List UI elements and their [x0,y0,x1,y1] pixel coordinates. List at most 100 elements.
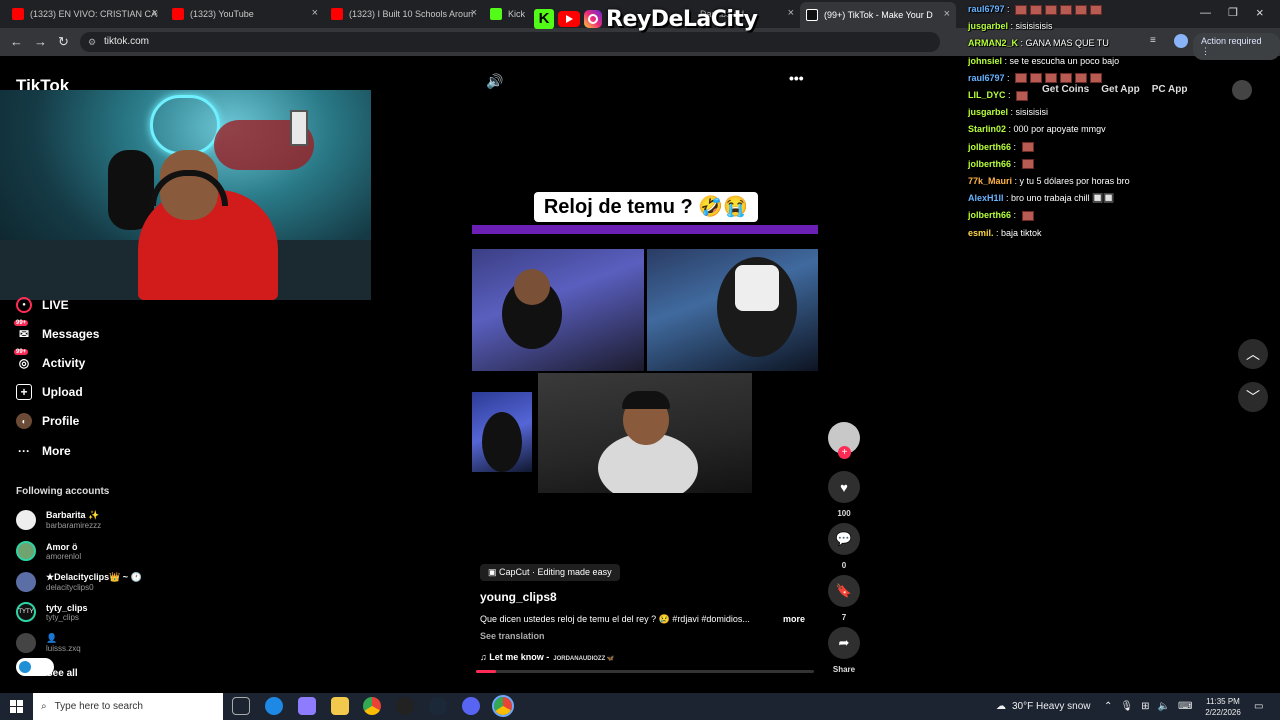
following-account[interactable]: 👤 luisss.zxq [16,633,81,653]
browser-tab-active[interactable]: (99+) TikTok - Make Your D × [800,2,956,28]
steam-icon[interactable] [429,697,447,715]
taskbar-clock[interactable]: 11:35 PM 2/22/2026 [1196,696,1250,718]
file-explorer-icon[interactable] [331,697,349,715]
following-account[interactable]: ★Delacityclips👑 ~ 🕐 delacityclips0 [16,572,142,592]
user-avatar[interactable] [1232,80,1252,100]
chat-username: jusgarbel [968,107,1009,118]
minimize-icon[interactable]: — [1200,7,1211,19]
nav-messages[interactable]: ✉ 99+ Messages [14,320,99,344]
tab-title: (1323) EN VIVO: CRISTIAN CAS [30,9,158,19]
comment-button[interactable]: 💬 0 [828,523,860,570]
chrome-icon[interactable] [363,697,381,715]
chat-emote-icon [1090,73,1103,84]
mic-icon[interactable]: 🎙 [1120,701,1133,712]
profile-avatar-icon[interactable] [1174,34,1188,48]
following-account[interactable]: TYTY tyty_clips tyty_clips [16,602,88,622]
chat-username: jolberth66 [968,158,1012,169]
extensions-icon[interactable]: ≡ [1150,35,1156,46]
account-handle: barbaramirezzz [46,521,102,530]
chat-text: sisisisisi [1015,107,1049,118]
comment-icon: 💬 [828,523,860,555]
chat-username: raul6797 [968,72,1005,83]
music-link[interactable]: ♫ Let me know - JORDANAUDIOZZ 🦋 [480,652,614,662]
windows-start-icon[interactable] [10,700,23,713]
chat-emote-icon [1021,159,1034,170]
nav-live[interactable]: ● LIVE [16,295,69,315]
edge-icon[interactable] [265,697,283,715]
video-author[interactable]: young_clips8 [480,590,557,604]
save-count: 7 [841,613,847,622]
system-tray: ⌃ 🎙 ⊞ 🔈 ⌨ [1104,693,1192,720]
copilot-icon[interactable] [298,697,316,715]
get-coins-link[interactable]: Get Coins [1042,84,1089,95]
see-translation-link[interactable]: See translation [480,631,545,641]
chrome-active-icon[interactable] [492,695,514,717]
action-required-button[interactable]: Action required ⋮ [1193,33,1280,60]
browser-tab[interactable]: Kick [490,4,530,24]
see-all-link[interactable]: See all [46,668,78,679]
chat-username: jusgarbel [968,21,1009,32]
nav-label: Activity [42,356,86,370]
chat-emote-icon [1075,4,1088,15]
save-button[interactable]: 🔖 7 [828,575,860,622]
taskbar-search[interactable]: ⌕ Type here to search [33,693,223,720]
search-icon: ⌕ [41,701,47,712]
description-more-link[interactable]: more [783,614,805,624]
maximize-icon[interactable]: ❐ [1228,6,1238,19]
share-button[interactable]: ➦ Share [828,627,860,674]
network-icon[interactable]: ⊞ [1141,701,1149,712]
chat-separator: : [1002,55,1010,66]
discord-icon[interactable] [462,697,480,715]
chat-emote-icon [1015,4,1028,15]
following-account[interactable]: Barbarita ✨ barbaramirezzz [16,510,101,530]
notifications-icon[interactable]: ▭ [1254,693,1263,720]
url-field[interactable]: ⚙ tiktok.com [80,32,940,52]
following-accounts-title: Following accounts [16,486,110,497]
next-video-button[interactable]: ﹀ [1238,382,1268,412]
close-tab-icon[interactable]: × [788,7,794,19]
chevron-up-icon[interactable]: ⌃ [1104,701,1112,712]
following-account[interactable]: Amor ö amorenlol [16,541,81,561]
wall-frame [290,110,308,146]
volume-icon[interactable]: 🔊 [486,73,503,90]
close-tab-icon[interactable]: × [312,7,318,19]
close-window-icon[interactable]: × [1256,5,1264,20]
chat-emote-icon [1090,4,1103,15]
browser-tab[interactable]: (1323) EN VIVO: CRISTIAN CAS × [12,4,158,24]
capcut-tag[interactable]: ▣ CapCut · Editing made easy [480,564,620,581]
more-options-icon[interactable]: ••• [789,70,804,86]
close-tab-icon[interactable]: × [152,7,158,19]
bookmark-icon: 🔖 [828,575,860,607]
get-app-link[interactable]: Get App [1101,84,1140,95]
weather-widget[interactable]: ☁ 30°F Heavy snow [996,693,1090,720]
tab-title: (1323) I Built 10 Schools Aroun [349,9,474,19]
browser-tab[interactable]: (1323) YouTube × [172,4,318,24]
nav-more[interactable]: ··· More [16,441,71,461]
task-view-icon[interactable] [232,697,250,715]
video-progress-bar[interactable] [476,670,814,673]
reload-icon[interactable]: ↻ [58,34,69,50]
cap [622,391,670,409]
browser-tab[interactable]: (1323) I Built 10 Schools Aroun × [331,4,477,24]
obs-icon[interactable] [396,697,414,715]
youtube-favicon-icon [331,8,343,20]
chat-username: jolberth66 [968,141,1012,152]
nav-profile[interactable]: ◐ Profile [16,411,79,431]
weather-icon: ☁ [996,701,1006,712]
back-icon[interactable]: ← [10,34,23,49]
account-name: tyty_clips [46,602,88,613]
site-info-icon[interactable]: ⚙ [88,32,96,52]
nav-upload[interactable]: + Upload [16,382,83,402]
previous-video-button[interactable]: ︿ [1238,339,1268,369]
account-name: Barbarita ✨ [46,510,100,520]
forward-icon[interactable]: → [34,34,47,49]
nav-activity[interactable]: ◎ 99+ Activity [14,349,86,373]
pc-app-link[interactable]: PC App [1152,84,1188,95]
kick-logo-icon: K [534,9,554,29]
follow-plus-icon[interactable]: + [838,446,851,459]
volume-tray-icon[interactable]: 🔈 [1157,701,1169,712]
close-tab-icon[interactable]: × [471,7,477,19]
like-button[interactable]: ♥ 100 [828,471,860,518]
close-tab-icon[interactable]: × [944,8,950,20]
keyboard-icon[interactable]: ⌨ [1178,701,1192,712]
